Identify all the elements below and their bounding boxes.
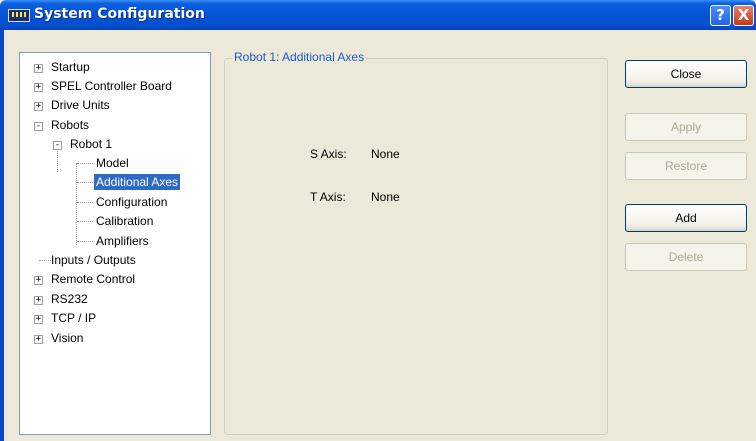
title-bar: System Configuration ? X <box>0 0 756 30</box>
restore-button[interactable]: Restore <box>625 152 747 180</box>
t-axis-value: None <box>371 190 400 204</box>
tree-item-robots[interactable]: Robots <box>49 116 91 134</box>
window-title: System Configuration <box>34 6 205 22</box>
tree-line <box>76 163 77 245</box>
expand-icon[interactable]: + <box>34 296 43 305</box>
tree-item-spel-controller-board[interactable]: SPEL Controller Board <box>49 77 174 95</box>
window-frame <box>0 30 4 441</box>
tree-item-drive-units[interactable]: Drive Units <box>49 96 112 114</box>
expand-icon[interactable]: + <box>34 315 43 324</box>
add-button[interactable]: Add <box>625 204 747 232</box>
tree-item-calibration[interactable]: Calibration <box>94 212 155 230</box>
group-title: Robot 1: Additional Axes <box>232 50 367 64</box>
tree-line <box>77 202 93 203</box>
apply-button[interactable]: Apply <box>625 113 747 141</box>
additional-axes-group <box>224 58 608 435</box>
tree-item-model[interactable]: Model <box>94 154 131 172</box>
tree-line <box>77 163 93 164</box>
config-tree[interactable]: + Startup + SPEL Controller Board + Driv… <box>19 52 211 435</box>
collapse-icon[interactable]: - <box>53 141 62 150</box>
tree-item-startup[interactable]: Startup <box>49 58 92 76</box>
expand-icon[interactable]: + <box>34 64 43 73</box>
tree-line <box>77 182 93 183</box>
tree-item-additional-axes[interactable]: Additional Axes <box>94 173 181 191</box>
help-icon[interactable]: ? <box>710 5 731 26</box>
tree-line <box>77 241 93 242</box>
tree-item-rs232[interactable]: RS232 <box>49 290 90 308</box>
close-button[interactable]: Close <box>625 60 747 88</box>
s-axis-value: None <box>371 147 400 161</box>
tree-line <box>77 221 93 222</box>
close-window-icon[interactable]: X <box>733 5 754 26</box>
s-axis-label: S Axis: <box>310 147 347 161</box>
tree-item-amplifiers[interactable]: Amplifiers <box>94 232 151 250</box>
tree-item-vision[interactable]: Vision <box>49 329 85 347</box>
expand-icon[interactable]: + <box>34 102 43 111</box>
app-icon <box>8 9 30 22</box>
tree-item-robot-1[interactable]: Robot 1 <box>68 135 114 153</box>
expand-icon[interactable]: + <box>34 83 43 92</box>
t-axis-label: T Axis: <box>310 190 346 204</box>
delete-button[interactable]: Delete <box>625 243 747 271</box>
tree-item-tcp-ip[interactable]: TCP / IP <box>49 309 98 327</box>
collapse-icon[interactable]: - <box>34 122 43 131</box>
expand-icon[interactable]: + <box>34 276 43 285</box>
tree-item-inputs-outputs[interactable]: Inputs / Outputs <box>49 251 138 269</box>
tree-item-configuration[interactable]: Configuration <box>94 193 169 211</box>
tree-item-remote-control[interactable]: Remote Control <box>49 270 137 288</box>
expand-icon[interactable]: + <box>34 335 43 344</box>
